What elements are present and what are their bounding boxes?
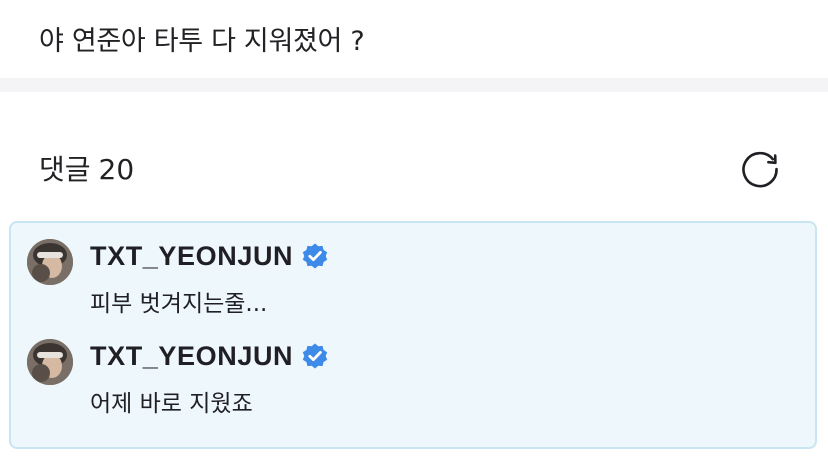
comment-author[interactable]: TXT_YEONJUN (90, 340, 293, 372)
post-text: 야 연준아 타투 다 지워졌어 ? (39, 26, 365, 57)
verified-badge-icon (301, 242, 329, 270)
comments-label: 댓글 (39, 153, 91, 186)
refresh-icon (742, 151, 778, 188)
avatar-photo (27, 239, 73, 285)
comment-text: 피부 벗겨지는줄... (90, 291, 268, 317)
comment-thread: TXT_YEONJUN 피부 벗겨지는줄... TXT_YEONJUN 어제 바… (9, 221, 817, 449)
comment-author[interactable]: TXT_YEONJUN (90, 240, 293, 272)
comment-text: 어제 바로 지웠죠 (90, 391, 253, 417)
comments-count: 20 (98, 153, 135, 186)
avatar[interactable] (27, 239, 73, 285)
comments-header: 댓글 20 (39, 150, 134, 190)
verified-badge-icon (301, 342, 329, 370)
refresh-button[interactable] (738, 147, 782, 191)
section-divider (0, 78, 828, 92)
avatar-photo (27, 339, 73, 385)
avatar[interactable] (27, 339, 73, 385)
